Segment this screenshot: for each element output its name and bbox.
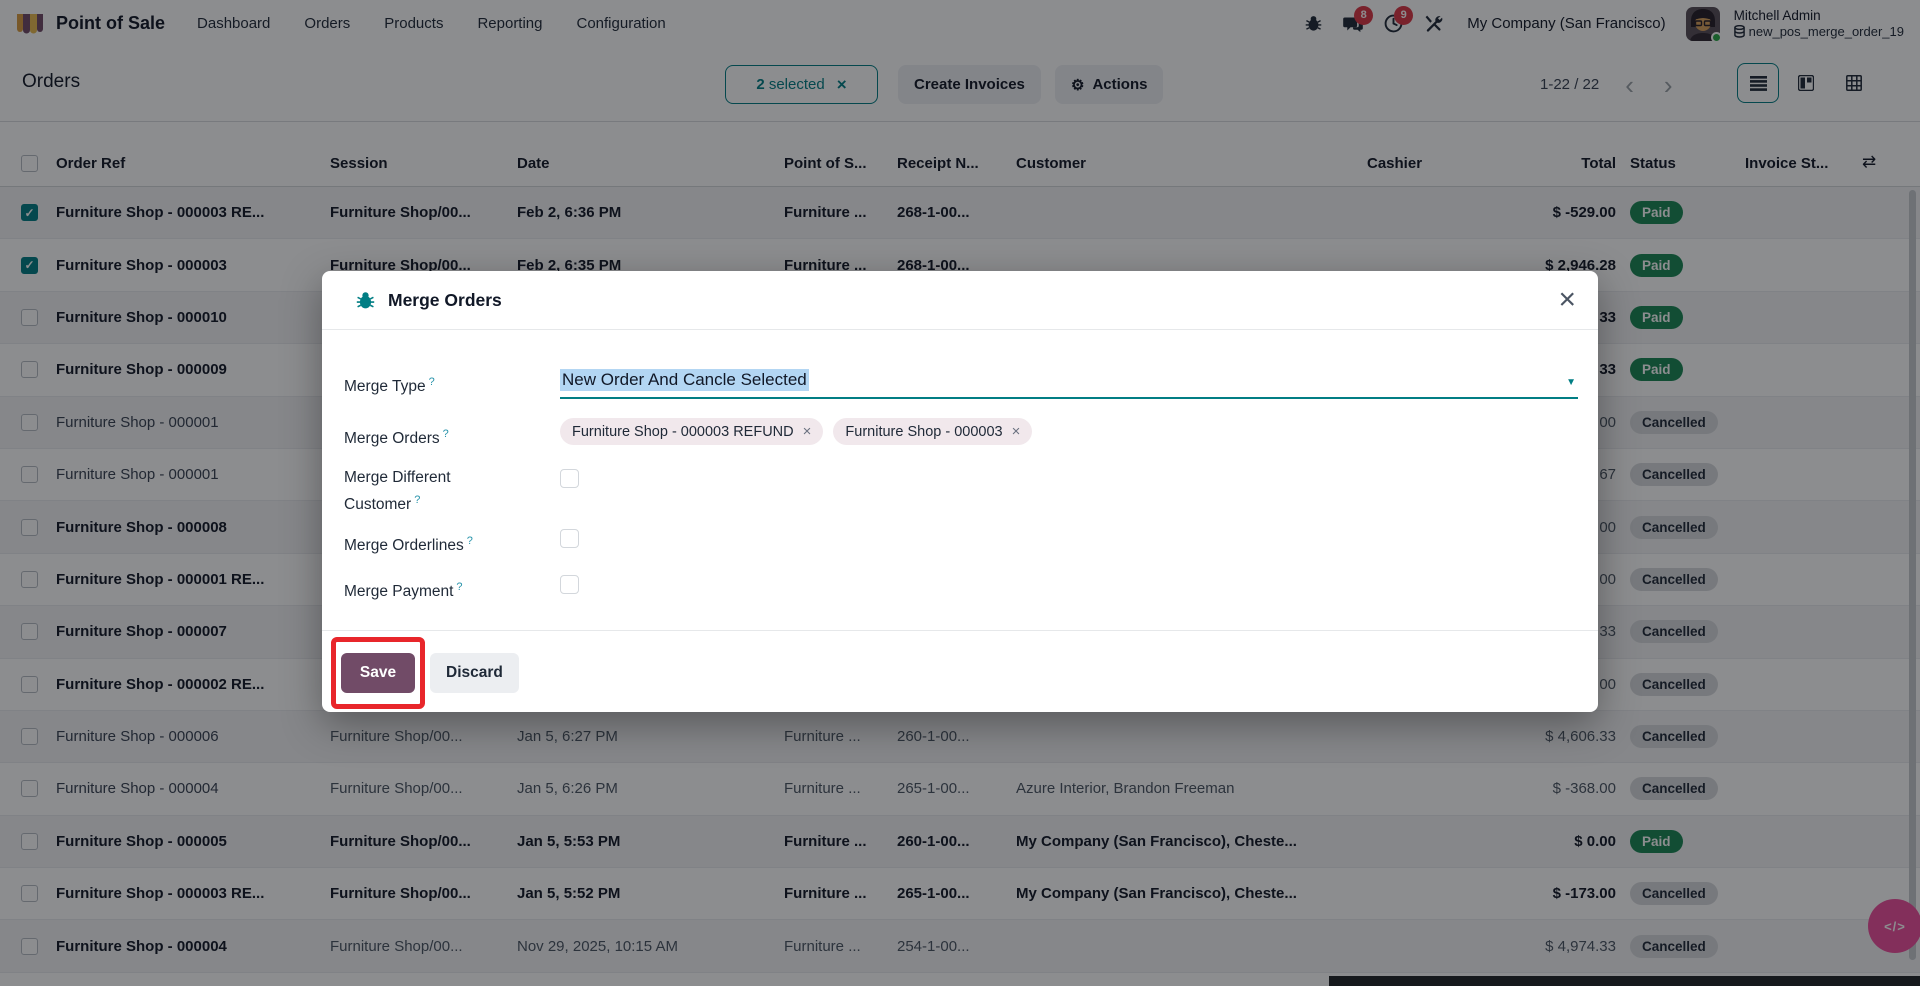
- discard-button[interactable]: Discard: [430, 653, 519, 693]
- merge-type-label: Merge Type?: [344, 371, 435, 398]
- help-icon[interactable]: ?: [429, 376, 435, 388]
- merge-type-value: New Order And Cancle Selected: [560, 369, 809, 391]
- bug-icon: [356, 291, 375, 310]
- order-tag-label: Furniture Shop - 000003: [845, 424, 1002, 440]
- merge-orders-field[interactable]: Furniture Shop - 000003 REFUND×Furniture…: [560, 418, 1032, 445]
- help-icon[interactable]: ?: [443, 428, 449, 440]
- help-icon[interactable]: ?: [456, 581, 462, 593]
- merge-different-customer-checkbox[interactable]: [560, 469, 579, 488]
- remove-tag-icon[interactable]: ×: [1012, 423, 1021, 440]
- save-highlight-annotation: Save: [331, 637, 425, 709]
- remove-tag-icon[interactable]: ×: [803, 423, 812, 440]
- merge-payment-label: Merge Payment?: [344, 576, 463, 603]
- help-icon[interactable]: ?: [467, 535, 473, 547]
- help-icon[interactable]: ?: [414, 494, 420, 506]
- merge-orders-modal: Merge Orders × Merge Type? New Order And…: [322, 271, 1598, 712]
- modal-footer: Save Discard: [322, 630, 1598, 712]
- merge-orders-label: Merge Orders?: [344, 423, 449, 450]
- modal-header: Merge Orders ×: [322, 271, 1598, 330]
- order-tag: Furniture Shop - 000003 REFUND ×: [560, 418, 823, 445]
- chevron-down-icon: ▼: [1566, 377, 1576, 388]
- odoo-window: Point of Sale DashboardOrdersProductsRep…: [0, 0, 1920, 986]
- merge-orderlines-label: Merge Orderlines?: [344, 530, 473, 557]
- order-tag: Furniture Shop - 000003 ×: [833, 418, 1032, 445]
- save-button[interactable]: Save: [341, 653, 415, 693]
- order-tag-label: Furniture Shop - 000003 REFUND: [572, 424, 794, 440]
- merge-type-select[interactable]: New Order And Cancle Selected ▼: [560, 363, 1578, 399]
- merge-payment-checkbox[interactable]: [560, 575, 579, 594]
- close-icon[interactable]: ×: [1558, 281, 1576, 319]
- merge-different-customer-label: Merge Different Customer?: [344, 467, 516, 516]
- merge-orderlines-checkbox[interactable]: [560, 529, 579, 548]
- modal-title: Merge Orders: [388, 290, 502, 311]
